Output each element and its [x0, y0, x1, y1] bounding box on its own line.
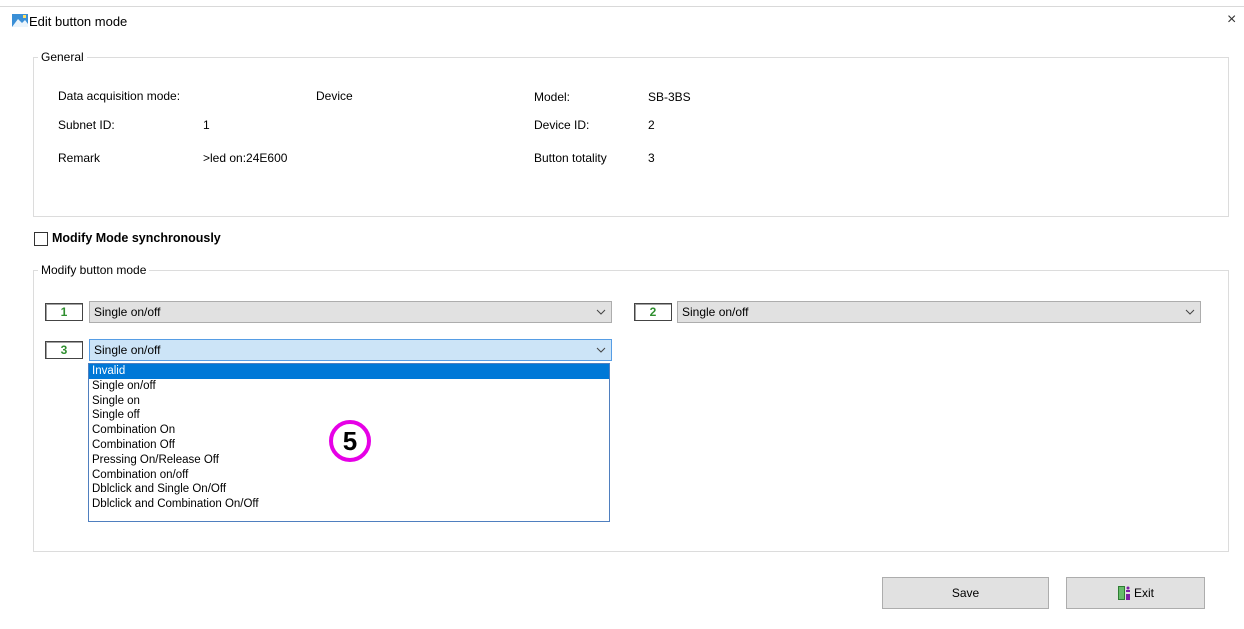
- remark-value: >led on:24E600: [203, 151, 288, 165]
- button-2-mode-select[interactable]: Single on/off: [677, 301, 1201, 323]
- exit-door-icon: [1117, 586, 1130, 600]
- button-number-2: 2: [634, 303, 672, 321]
- general-group: [33, 57, 1229, 217]
- modify-legend: Modify button mode: [38, 263, 150, 277]
- button-2-mode-value: Single on/off: [682, 305, 749, 319]
- button-1-mode-select[interactable]: Single on/off: [89, 301, 612, 323]
- subnet-id-label: Subnet ID:: [58, 118, 115, 132]
- button-1-mode-value: Single on/off: [94, 305, 161, 319]
- button-number-1: 1: [45, 303, 83, 321]
- model-label: Model:: [534, 90, 571, 104]
- subnet-id-value: 1: [203, 118, 210, 132]
- chevron-down-icon: [591, 309, 611, 315]
- general-legend: General: [38, 50, 87, 64]
- device-id-label: Device ID:: [534, 118, 590, 132]
- remark-label: Remark: [58, 151, 101, 165]
- data-acquisition-mode-label: Data acquisition mode:: [58, 89, 181, 103]
- chevron-down-icon: [591, 347, 611, 353]
- exit-button-label: Exit: [1133, 586, 1154, 600]
- close-icon[interactable]: ×: [1227, 11, 1236, 29]
- dropdown-option-dblclick-combination[interactable]: Dblclick and Combination On/Off: [89, 497, 609, 512]
- button-totality-value: 3: [648, 151, 655, 165]
- save-button-label: Save: [951, 586, 980, 600]
- save-button[interactable]: Save: [882, 577, 1049, 609]
- modify-sync-checkbox[interactable]: [34, 232, 48, 246]
- data-acquisition-mode-value: Device: [316, 89, 353, 103]
- chevron-down-icon: [1180, 309, 1200, 315]
- dropdown-option-dblclick-single[interactable]: Dblclick and Single On/Off: [89, 482, 609, 497]
- dropdown-option-combination-on-off[interactable]: Combination on/off: [89, 468, 609, 483]
- app-icon: [12, 14, 28, 27]
- model-value: SB-3BS: [648, 90, 691, 104]
- device-id-value: 2: [648, 118, 655, 132]
- dropdown-option-single-on[interactable]: Single on: [89, 394, 609, 409]
- button-3-mode-value: Single on/off: [94, 343, 161, 357]
- dropdown-option-invalid[interactable]: Invalid: [89, 364, 609, 379]
- step-marker: 5: [329, 420, 371, 462]
- modify-sync-label[interactable]: Modify Mode synchronously: [52, 231, 221, 245]
- button-3-mode-select[interactable]: Single on/off: [89, 339, 612, 361]
- window-title: Edit button mode: [29, 14, 128, 29]
- dropdown-option-single-on-off[interactable]: Single on/off: [89, 379, 609, 394]
- button-number-3: 3: [45, 341, 83, 359]
- exit-button[interactable]: Exit: [1066, 577, 1205, 609]
- button-totality-label: Button totality: [534, 151, 607, 165]
- window-top-border: [0, 6, 1244, 7]
